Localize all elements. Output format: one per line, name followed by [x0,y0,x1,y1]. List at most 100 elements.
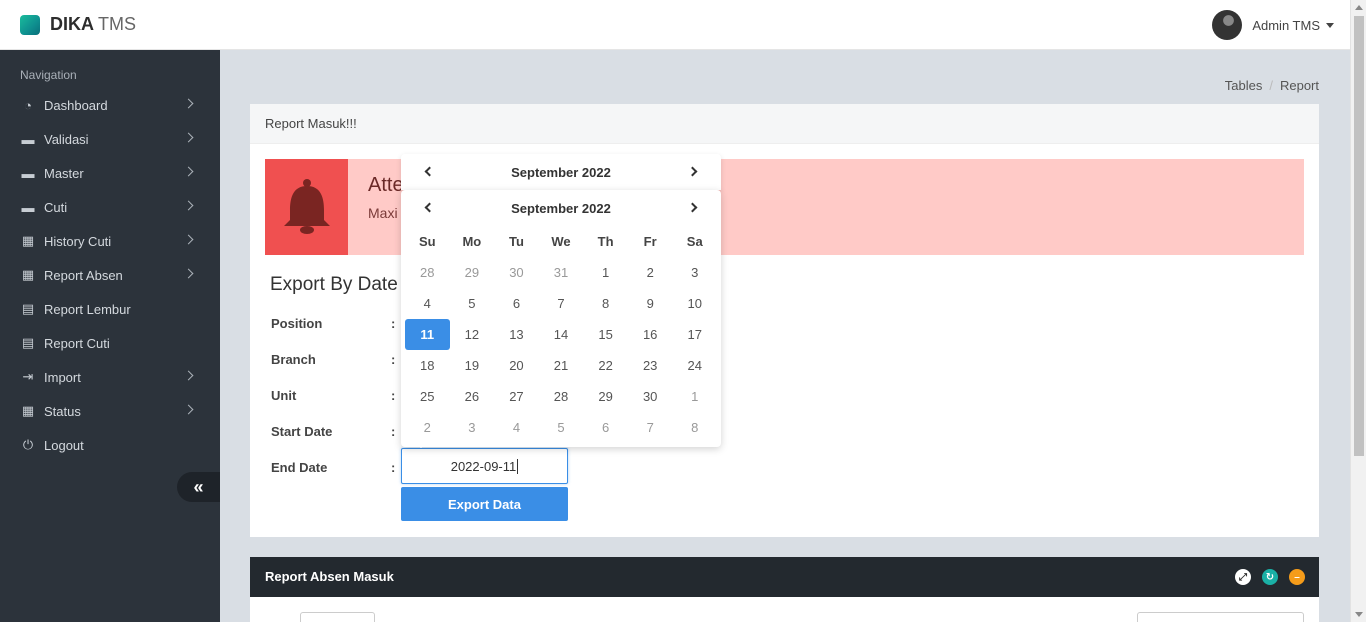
scroll-up-arrow-icon[interactable] [1355,5,1363,10]
field-label: Unit [271,387,297,403]
calendar-day[interactable]: 28 [405,257,450,288]
calendar-day[interactable]: 6 [494,288,539,319]
calendar-day[interactable]: 23 [628,350,673,381]
brand-logo[interactable]: DIKA TMS [20,14,136,35]
week-row: 2345678 [405,412,717,443]
table-search-input[interactable] [1137,612,1304,622]
sidebar-item-history-cuti[interactable]: ▦ History Cuti [0,224,220,258]
calendar-day[interactable]: 3 [450,412,495,443]
calendar-day[interactable]: 12 [450,319,495,350]
entries-select[interactable] [300,612,375,622]
calendar-day[interactable]: 17 [672,319,717,350]
calendar-day[interactable]: 30 [628,381,673,412]
calendar-day[interactable]: 6 [583,412,628,443]
calendar-day[interactable]: 21 [539,350,584,381]
calendar-day[interactable]: 26 [450,381,495,412]
export-data-button[interactable]: Export Data [401,487,568,521]
calendar-day[interactable]: 1 [583,257,628,288]
user-menu[interactable]: Admin TMS [1212,10,1334,40]
breadcrumb-item-tables[interactable]: Tables [1225,78,1263,93]
sidebar-item-report-lembur[interactable]: ▤ Report Lembur [0,292,220,326]
sidebar-item-logout[interactable]: ⏻ Logout [0,428,220,462]
calendar-day[interactable]: 29 [450,257,495,288]
week-row: 25 26 27 28 29 30 1 [405,381,717,412]
sidebar-collapse-button[interactable]: « [177,472,220,502]
sidebar-item-import[interactable]: ⇥ Import [0,360,220,394]
calendar-day[interactable]: 2 [628,257,673,288]
sidebar-item-report-cuti[interactable]: ▤ Report Cuti [0,326,220,360]
calendar-day[interactable]: 30 [494,257,539,288]
alert-title: Atte [368,174,404,196]
datepicker-start-behind: September 2022 [401,154,721,190]
calendar-day[interactable]: 15 [583,319,628,350]
reload-icon[interactable]: ↻ [1262,569,1278,585]
sidebar-item-label: Cuti [44,199,68,215]
calendar-day[interactable]: 7 [539,288,584,319]
expand-icon[interactable]: ⤢ [1235,569,1251,585]
calendar-day[interactable]: 28 [539,381,584,412]
calendar-day[interactable]: 20 [494,350,539,381]
calendar-day[interactable]: 16 [628,319,673,350]
selected-day[interactable]: 11 [405,319,450,350]
avatar[interactable] [1212,10,1243,40]
power-icon: ⏻ [22,437,34,452]
calendar-day[interactable]: 13 [494,319,539,350]
calendar-check-icon: ▦ [21,403,35,418]
collapse-icon[interactable]: – [1289,569,1305,585]
page-scrollbar[interactable] [1350,0,1366,622]
calendar-day[interactable]: 4 [494,412,539,443]
sidebar-item-master[interactable]: ▬ Master [0,156,220,190]
weekday-label: Mo [462,233,482,249]
calendar-day[interactable]: 8 [672,412,717,443]
sidebar-item-label: History Cuti [44,233,112,249]
chevron-right-icon [183,268,194,279]
scroll-thumb[interactable] [1354,16,1364,456]
field-label: End Date [271,459,328,475]
field-label: Branch [271,351,316,367]
sidebar-item-status[interactable]: ▦ Status [0,394,220,428]
field-colon: : [391,423,396,439]
calendar-day[interactable]: 25 [405,381,450,412]
calendar-day[interactable]: 31 [539,257,584,288]
calendar-day[interactable]: 9 [628,288,673,319]
calendar-day[interactable]: 3 [672,257,717,288]
user-name[interactable]: Admin TMS [1252,18,1320,33]
datepicker-grid: Su Mo Tu We Th Fr Sa 28 29 30 31 1 2 3 4 5 6 7 8 9 10 11 12 13 1… [405,226,717,443]
caret-down-icon[interactable] [1326,22,1334,28]
sidebar-item-validasi[interactable]: ▬ Validasi [0,122,220,156]
calendar-day[interactable]: 8 [583,288,628,319]
datepicker-back-month[interactable]: September 2022 [401,154,721,190]
sidebar-item-dashboard[interactable]: ◔ Dashboard [0,88,220,122]
calendar-day[interactable]: 29 [583,381,628,412]
weekday-label: Sa [686,233,703,249]
sidebar-item-report-absen[interactable]: ▦ Report Absen [0,258,220,292]
calendar-day[interactable]: 10 [672,288,717,319]
calendar-day[interactable]: 2 [405,412,450,443]
top-header: DIKA TMS Admin TMS [0,0,1350,50]
nav-list: ◔ Dashboard ▬ Validasi ▬ Master ▬ Cuti ▦ History … [0,88,220,462]
calendar-day[interactable]: 19 [450,350,495,381]
chevron-right-icon [183,404,194,415]
calendar-day[interactable]: 4 [405,288,450,319]
calendar-day[interactable]: 24 [672,350,717,381]
end-date-input[interactable]: 2022-09-11 [401,448,568,484]
panel2-header: Report Absen Masuk ⤢ ↻ – [250,557,1319,597]
sidebar-item-cuti[interactable]: ▬ Cuti [0,190,220,224]
sidebar-item-label: Import [44,369,81,385]
form-row-branch: Branch: [271,349,401,369]
field-label: Position [271,315,323,331]
field-colon: : [391,351,396,367]
calendar-day[interactable]: 27 [494,381,539,412]
calendar-day[interactable]: 5 [539,412,584,443]
sidebar-item-label: Logout [44,437,84,453]
calendar-day[interactable]: 14 [539,319,584,350]
calendar-day[interactable]: 1 [672,381,717,412]
week-row: 4 5 6 7 8 9 10 [405,288,717,319]
alert-text: Maxi [368,205,398,221]
calendar-day[interactable]: 7 [628,412,673,443]
calendar-day[interactable]: 5 [450,288,495,319]
scroll-down-arrow-icon[interactable] [1355,612,1363,617]
calendar-day[interactable]: 18 [405,350,450,381]
datepicker-month[interactable]: September 2022 [401,190,721,226]
calendar-day[interactable]: 22 [583,350,628,381]
